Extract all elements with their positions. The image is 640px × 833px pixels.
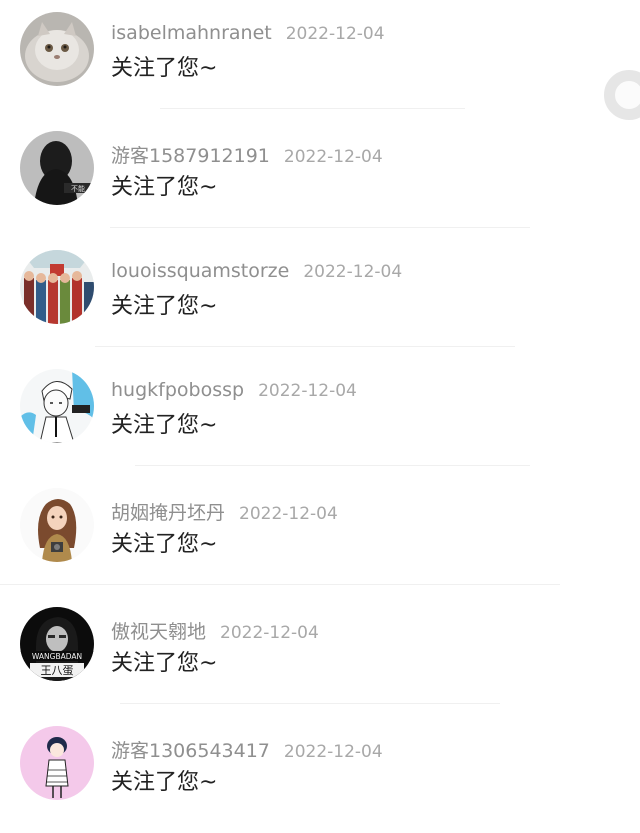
message-text: 关注了您~ — [111, 651, 218, 676]
username[interactable]: 傲视天翱地 — [111, 621, 206, 643]
list-item[interactable]: louoissquamstorze 2022-12-04 关注了您~ — [0, 238, 640, 357]
timestamp: 2022-12-04 — [283, 742, 383, 762]
bob-hair-girl-avatar-icon — [20, 726, 94, 800]
timestamp: 2022-12-04 — [285, 24, 385, 44]
divider — [120, 703, 500, 704]
username[interactable]: 游客1306543417 — [111, 740, 270, 762]
message-text: 关注了您~ — [111, 294, 218, 319]
message-text: 关注了您~ — [111, 175, 218, 200]
username[interactable]: hugkfpobossp — [111, 379, 244, 401]
message-text: 关注了您~ — [111, 413, 218, 438]
divider — [110, 227, 530, 228]
list-item[interactable]: 胡姻掩丹坯丹 2022-12-04 关注了您~ — [0, 476, 640, 595]
avatar-caption-latin: WANGBADAN — [32, 652, 82, 661]
divider — [0, 584, 560, 585]
avatar-caption: 不能 — [71, 184, 85, 193]
list-item[interactable]: hugkfpobossp 2022-12-04 关注了您~ — [0, 357, 640, 476]
avatar[interactable] — [20, 488, 94, 562]
avatar-caption-chinese: 王八蛋 — [41, 664, 74, 677]
timestamp: 2022-12-04 — [220, 623, 319, 643]
avatar[interactable] — [20, 250, 94, 324]
notification-list: isabelmahnranet 2022-12-04 关注了您~ 不能 游客158… — [0, 0, 640, 833]
message-text: 关注了您~ — [111, 56, 218, 81]
timestamp: 2022-12-04 — [283, 147, 383, 167]
message-text: 关注了您~ — [111, 770, 218, 795]
dark-hair-girl-avatar-icon: 不能 — [20, 131, 94, 205]
timestamp: 2022-12-04 — [239, 504, 338, 524]
avatar[interactable]: WANGBADAN 王八蛋 — [20, 607, 94, 681]
wangbadan-girl-avatar-icon: WANGBADAN 王八蛋 — [20, 607, 94, 681]
long-hair-girl-avatar-icon — [20, 488, 94, 562]
avatar[interactable] — [20, 726, 94, 800]
list-item[interactable]: WANGBADAN 王八蛋 傲视天翱地 2022-12-04 关注了您~ — [0, 595, 640, 714]
list-item[interactable]: isabelmahnranet 2022-12-04 关注了您~ — [0, 0, 640, 119]
avatar[interactable] — [20, 369, 94, 443]
divider — [160, 108, 465, 109]
list-item[interactable]: 不能 游客1587912191 2022-12-04 关注了您~ — [0, 119, 640, 238]
divider — [95, 346, 515, 347]
message-text: 关注了您~ — [111, 532, 218, 557]
timestamp: 2022-12-04 — [303, 262, 403, 282]
toy-soldiers-avatar-icon — [20, 250, 94, 324]
anime-boy-avatar-icon — [20, 369, 94, 443]
username[interactable]: 游客1587912191 — [111, 145, 270, 167]
list-item[interactable]: 游客1306543417 2022-12-04 关注了您~ — [0, 714, 640, 833]
persian-cat-avatar-icon — [20, 12, 94, 86]
username[interactable]: 胡姻掩丹坯丹 — [111, 502, 225, 524]
avatar[interactable] — [20, 12, 94, 86]
divider — [135, 465, 530, 466]
timestamp: 2022-12-04 — [258, 381, 357, 401]
avatar[interactable]: 不能 — [20, 131, 94, 205]
username[interactable]: louoissquamstorze — [111, 260, 289, 282]
username[interactable]: isabelmahnranet — [111, 22, 272, 44]
